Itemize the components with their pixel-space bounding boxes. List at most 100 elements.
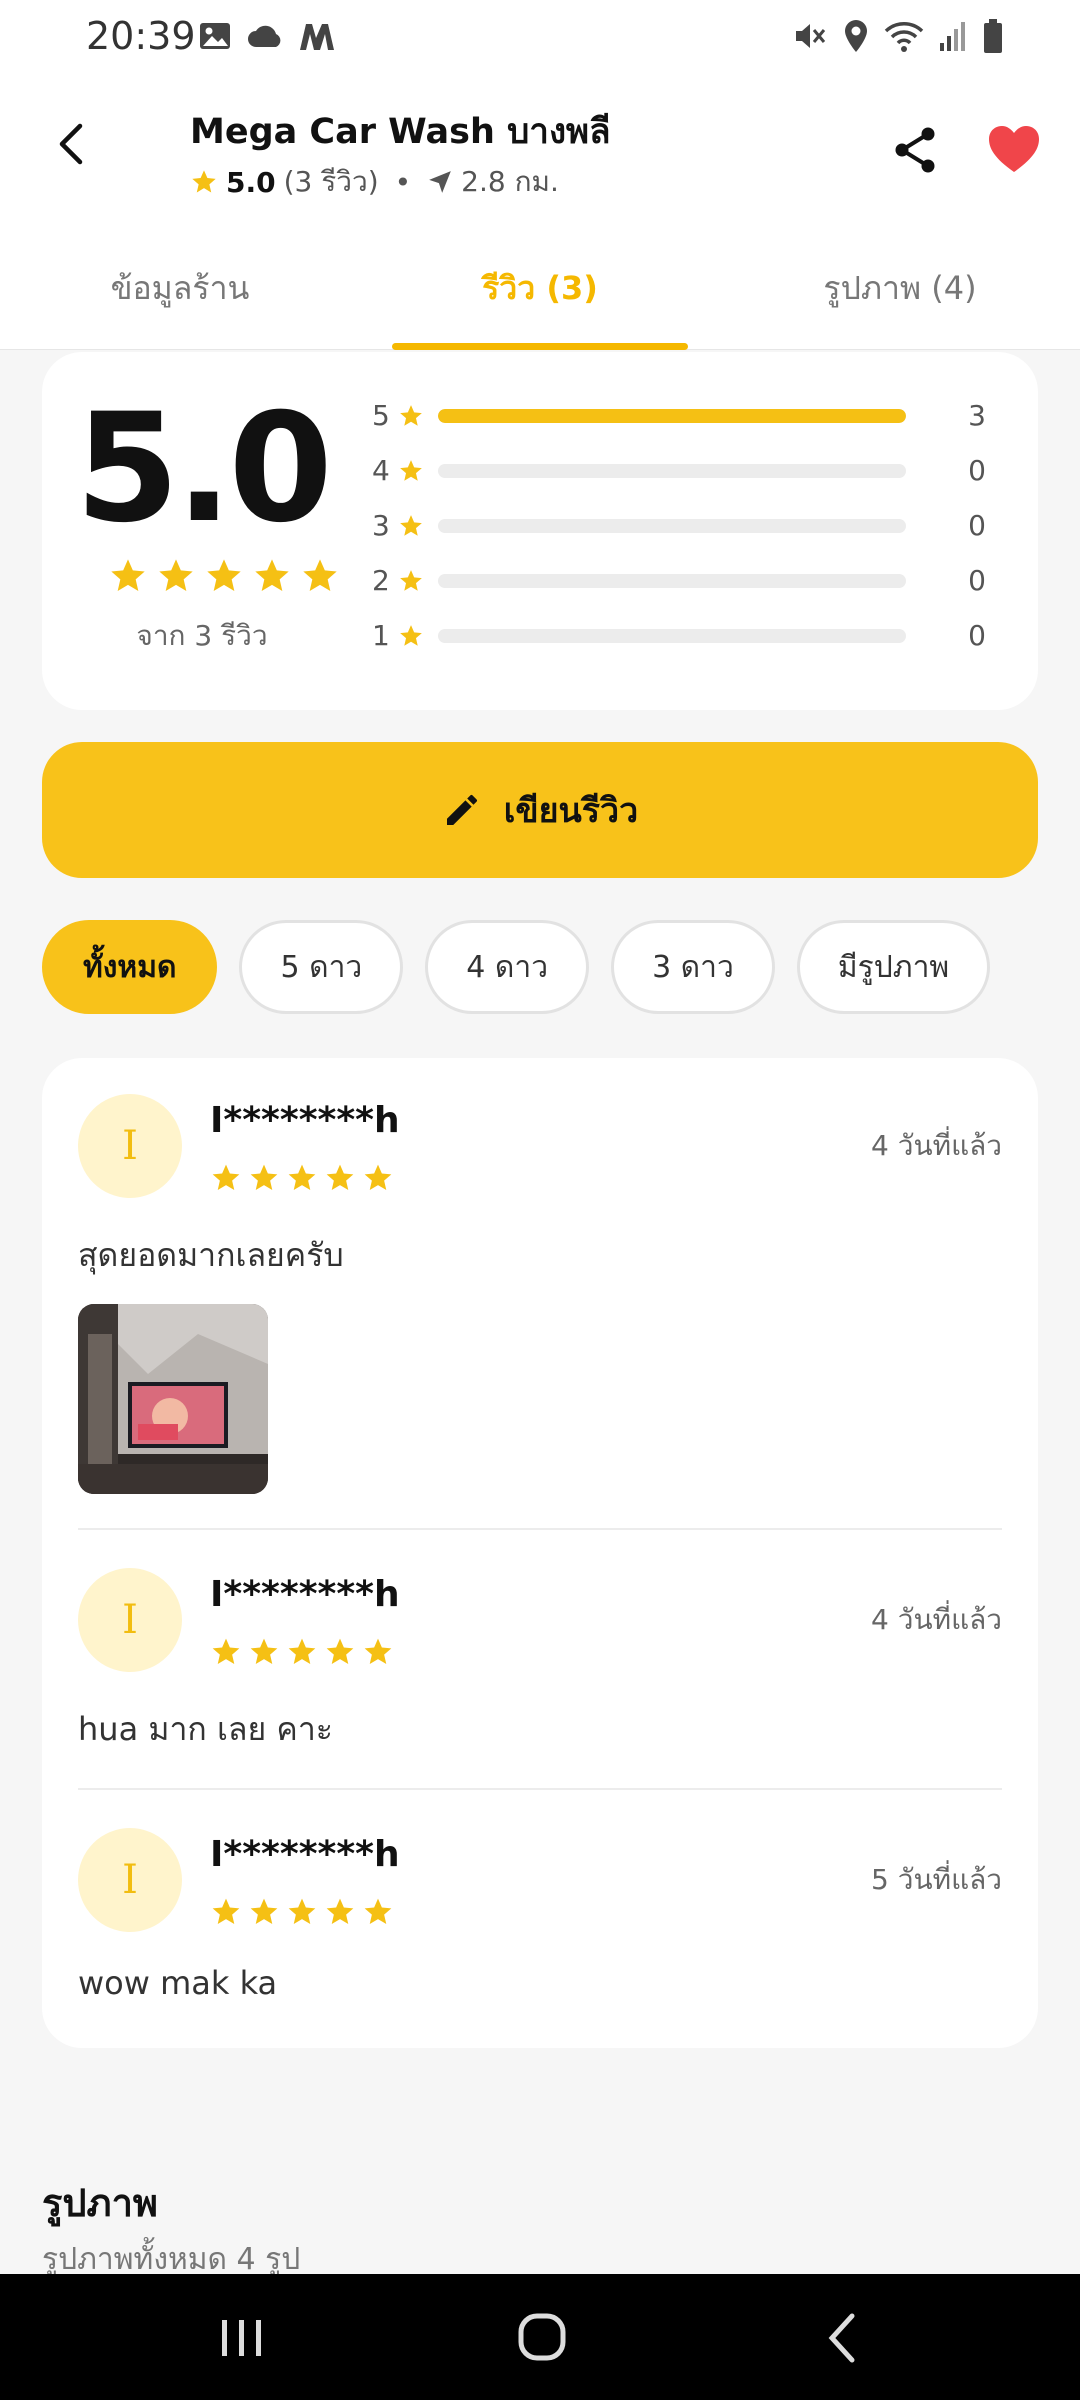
- wifi-icon: [884, 22, 924, 52]
- star-icon: [192, 170, 216, 193]
- home-icon[interactable]: [512, 2310, 572, 2366]
- image-icon: [200, 23, 230, 49]
- avatar: I: [78, 1828, 182, 1932]
- review-filters: ทั้งหมด 5 ดาว 4 ดาว 3 ดาว มีรูปภาพ: [42, 920, 991, 1014]
- rating-count: 0: [968, 509, 986, 542]
- star-icon: [288, 1164, 316, 1190]
- review-stars: [210, 1162, 394, 1194]
- review-text: wow mak ka: [78, 1964, 278, 2002]
- avatar: I: [78, 1094, 182, 1198]
- filter-all[interactable]: ทั้งหมด: [42, 920, 218, 1014]
- m-app-icon: [300, 24, 334, 50]
- write-review-button[interactable]: เขียนรีวิว: [42, 742, 1038, 878]
- review-stars: [210, 1896, 394, 1928]
- back-arrow-icon[interactable]: [48, 118, 100, 170]
- star-icon: [400, 569, 422, 591]
- reviewer-name: I********h: [210, 1834, 400, 1875]
- write-review-label: เขียนรีวิว: [503, 791, 639, 831]
- navigation-arrow-icon: [429, 171, 452, 193]
- star-icon: [250, 1164, 278, 1190]
- rating-count: 0: [968, 564, 986, 597]
- review-item: I I********h 4 วันที่แล้ว สุดยอดมากเลยคร…: [78, 1094, 1002, 1514]
- recent-apps-icon[interactable]: [212, 2310, 272, 2366]
- page-title: Mega Car Wash บางพลี: [190, 112, 611, 152]
- pencil-icon: [446, 795, 477, 825]
- star-icon: [250, 1898, 278, 1924]
- system-nav-bar: [0, 2274, 1080, 2400]
- filter-3-stars[interactable]: 3 ดาว: [611, 920, 775, 1014]
- status-bar: 20:39: [0, 0, 1080, 76]
- shop-distance: 2.8 กม.: [461, 165, 559, 198]
- cloud-icon: [248, 25, 281, 47]
- star-icon: [250, 1638, 278, 1664]
- location-icon: [845, 20, 867, 52]
- star-icon: [364, 1638, 392, 1664]
- tab-shop-info[interactable]: ข้อมูลร้าน: [0, 226, 360, 350]
- rating-level: 1: [372, 619, 390, 652]
- rating-count: 0: [968, 619, 986, 652]
- rating-bar-fill: [438, 408, 906, 423]
- review-time: 5 วันที่แล้ว: [871, 1863, 1002, 1896]
- star-icon: [326, 1164, 354, 1190]
- filter-with-photos[interactable]: มีรูปภาพ: [796, 920, 991, 1014]
- status-time: 20:39: [86, 14, 196, 58]
- star-icon: [400, 404, 422, 426]
- filter-4-stars[interactable]: 4 ดาว: [425, 920, 590, 1014]
- review-text: hua มาก เลย คาะ: [78, 1710, 333, 1748]
- rating-bar: [438, 518, 906, 533]
- star-icon: [364, 1898, 392, 1924]
- review-item: I I********h 5 วันที่แล้ว wow mak ka: [78, 1828, 1002, 2028]
- shop-rating: 5.0: [226, 165, 276, 199]
- tab-reviews[interactable]: รีวิว (3): [360, 226, 720, 350]
- star-icon: [111, 559, 145, 591]
- review-total-text: จาก 3 รีวิว: [136, 619, 268, 652]
- signal-icon: [940, 22, 965, 51]
- reviewer-name: I********h: [210, 1574, 400, 1615]
- rating-row-2: 2 0: [372, 553, 1012, 608]
- star-icon: [326, 1898, 354, 1924]
- meta-separator: •: [394, 165, 412, 199]
- review-time: 4 วันที่แล้ว: [871, 1129, 1002, 1162]
- star-icon: [288, 1638, 316, 1664]
- mute-icon: [796, 24, 826, 48]
- heart-icon[interactable]: [986, 124, 1042, 176]
- rating-row-4: 4 0: [372, 443, 1012, 498]
- review-stars: [210, 1636, 394, 1668]
- star-icon: [400, 514, 422, 536]
- rating-level: 2: [372, 564, 390, 597]
- review-photo-image: [78, 1304, 268, 1494]
- star-icon: [207, 559, 241, 591]
- shop-review-count: (3 รีวิว): [283, 165, 379, 198]
- star-icon: [326, 1638, 354, 1664]
- star-icon: [364, 1164, 392, 1190]
- review-photo[interactable]: [78, 1304, 268, 1494]
- rating-bar: [438, 628, 906, 643]
- rating-row-1: 1 0: [372, 608, 1012, 663]
- review-text: สุดยอดมากเลยครับ: [78, 1236, 344, 1274]
- back-nav-icon[interactable]: [814, 2310, 874, 2366]
- star-icon: [303, 559, 337, 591]
- rating-level: 4: [372, 454, 390, 487]
- star-icon: [212, 1898, 240, 1924]
- rating-count: 0: [968, 454, 986, 487]
- star-icon: [255, 559, 289, 591]
- star-icon: [212, 1164, 240, 1190]
- rating-level: 5: [372, 399, 390, 432]
- star-icon: [159, 559, 193, 591]
- rating-distribution: 5 3 4 0 3 0 2 0 1 0: [372, 388, 1012, 663]
- rating-bar: [438, 463, 906, 478]
- filter-5-stars[interactable]: 5 ดาว: [239, 920, 404, 1014]
- rating-row-3: 3 0: [372, 498, 1012, 553]
- rating-bar: [438, 408, 906, 423]
- share-icon[interactable]: [888, 122, 944, 178]
- reviewer-name: I********h: [210, 1100, 400, 1141]
- average-score: 5.0: [75, 382, 333, 556]
- star-icon: [288, 1898, 316, 1924]
- star-icon: [400, 459, 422, 481]
- rating-count: 3: [968, 399, 986, 432]
- tab-photos[interactable]: รูปภาพ (4): [720, 226, 1080, 350]
- app-header: Mega Car Wash บางพลี 5.0 (3 รีวิว) • 2.8…: [0, 76, 1080, 226]
- review-list: I I********h 4 วันที่แล้ว สุดยอดมากเลยคร…: [42, 1058, 1038, 2048]
- divider: [78, 1788, 1002, 1790]
- review-time: 4 วันที่แล้ว: [871, 1603, 1002, 1636]
